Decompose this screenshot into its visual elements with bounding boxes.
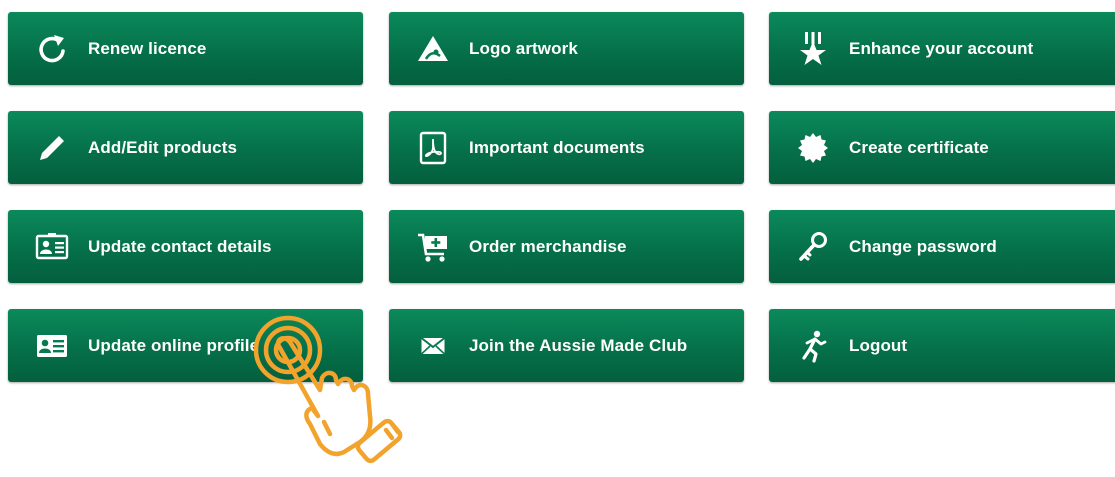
update-contact-details-button[interactable]: Update contact details (8, 210, 363, 283)
logout-button[interactable]: Logout (769, 309, 1115, 382)
update-online-profile-button[interactable]: Update online profile (8, 309, 363, 382)
create-certificate-button[interactable]: Create certificate (769, 111, 1115, 184)
logo-artwork-button[interactable]: Logo artwork (389, 12, 744, 85)
renew-licence-button[interactable]: Renew licence (8, 12, 363, 85)
logo-mountain-icon (415, 31, 451, 67)
important-documents-button[interactable]: Important documents (389, 111, 744, 184)
create-certificate-label: Create certificate (849, 137, 989, 157)
enhance-account-label: Enhance your account (849, 38, 1034, 58)
important-documents-label: Important documents (469, 137, 645, 157)
account-dashboard-grid: Renew licence Logo artwork Enhance your … (0, 0, 1115, 400)
running-man-icon (795, 328, 831, 364)
join-aussie-made-club-label: Join the Aussie Made Club (469, 335, 688, 355)
refresh-icon (34, 31, 70, 67)
logo-artwork-label: Logo artwork (469, 38, 578, 58)
envelope-icon (415, 328, 451, 364)
order-merchandise-button[interactable]: Order merchandise (389, 210, 744, 283)
profile-card-icon (34, 328, 70, 364)
update-online-profile-label: Update online profile (88, 335, 260, 355)
order-merchandise-label: Order merchandise (469, 236, 627, 256)
star-badge-icon (795, 31, 831, 67)
enhance-account-button[interactable]: Enhance your account (769, 12, 1115, 85)
change-password-button[interactable]: Change password (769, 210, 1115, 283)
change-password-label: Change password (849, 236, 997, 256)
logout-label: Logout (849, 335, 908, 355)
cart-add-icon (415, 229, 451, 265)
add-edit-products-label: Add/Edit products (88, 137, 238, 157)
join-aussie-made-club-button[interactable]: Join the Aussie Made Club (389, 309, 744, 382)
renew-licence-label: Renew licence (88, 38, 207, 58)
pencil-icon (34, 130, 70, 166)
pdf-document-icon (415, 130, 451, 166)
key-icon (795, 229, 831, 265)
contact-card-icon (34, 229, 70, 265)
add-edit-products-button[interactable]: Add/Edit products (8, 111, 363, 184)
seal-icon (795, 130, 831, 166)
update-contact-details-label: Update contact details (88, 236, 272, 256)
